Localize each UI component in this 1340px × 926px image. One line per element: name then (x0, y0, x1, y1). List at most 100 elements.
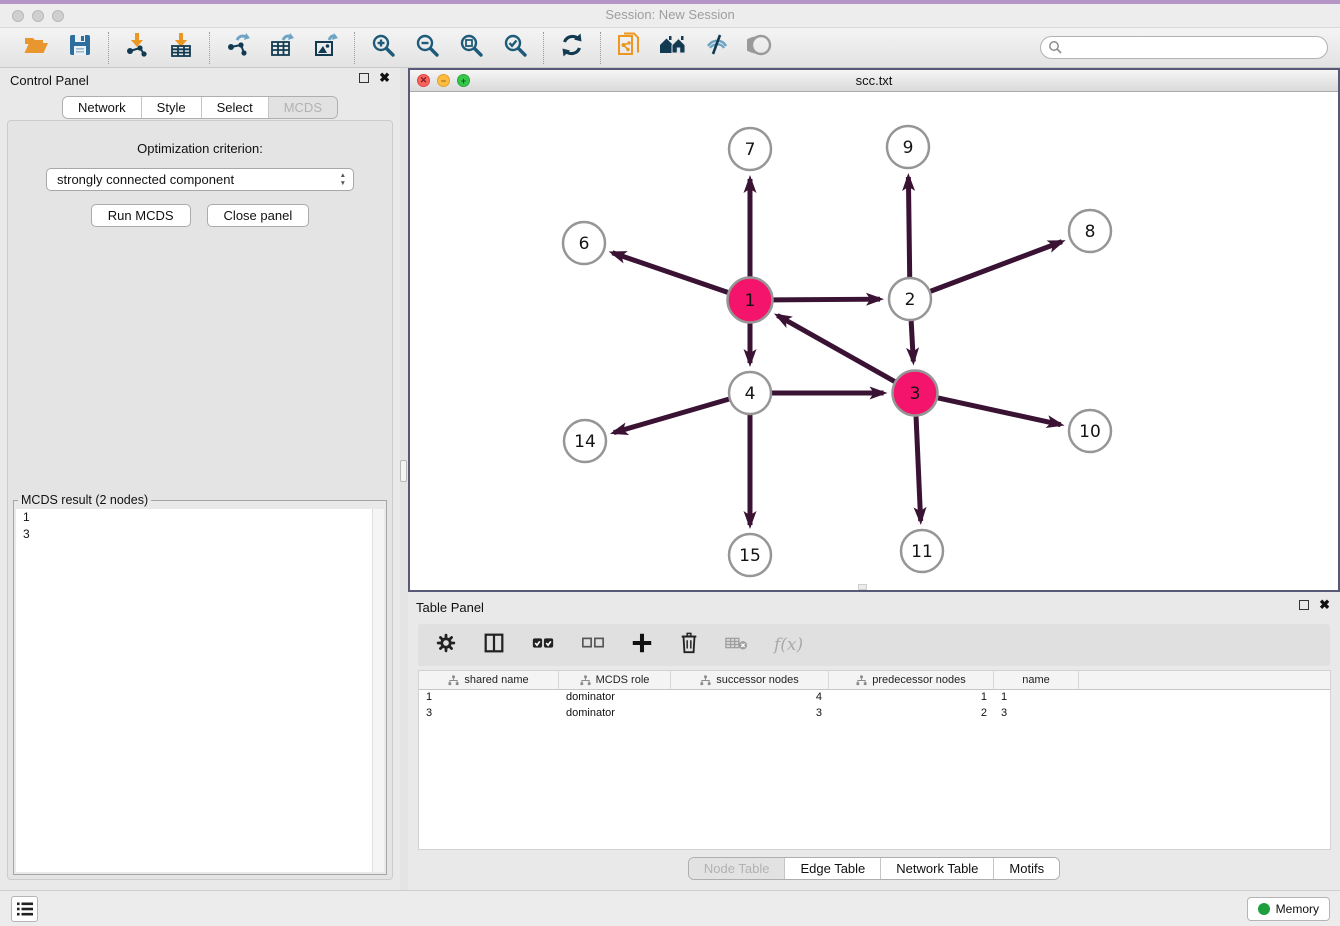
zoom-fit-button[interactable] (457, 34, 485, 62)
graph-node-11[interactable]: 11 (901, 530, 943, 572)
export-image-button[interactable] (312, 34, 340, 62)
add-row-icon[interactable] (630, 631, 654, 660)
zoom-selected-button[interactable] (501, 34, 529, 62)
tab-network-table[interactable]: Network Table (880, 858, 993, 879)
hide-graphics-details-button[interactable] (703, 34, 731, 62)
tab-select[interactable]: Select (201, 97, 268, 118)
export-image-icon (313, 32, 339, 63)
tab-mcds[interactable]: MCDS (268, 97, 337, 118)
graph-node-4[interactable]: 4 (729, 372, 771, 414)
canvas-splitter-grip[interactable] (858, 584, 867, 590)
column-header-successor-nodes[interactable]: successor nodes (671, 671, 829, 689)
graph-node-7[interactable]: 7 (729, 128, 771, 170)
deselect-all-rows-icon[interactable] (580, 631, 606, 660)
network-canvas[interactable]: 7 9 6 8 1 2 4 3 14 10 15 11 (410, 92, 1338, 590)
graph-edge-2-3[interactable] (911, 321, 913, 362)
tab-style[interactable]: Style (141, 97, 201, 118)
cell-successor-nodes[interactable]: 3 (671, 706, 829, 722)
column-header-predecessor-nodes[interactable]: predecessor nodes (829, 671, 994, 689)
mcds-result-box[interactable]: 1 3 (16, 509, 384, 872)
panel-splitter[interactable] (400, 68, 408, 890)
close-window-button[interactable] (12, 10, 24, 22)
graph-node-10[interactable]: 10 (1069, 410, 1111, 452)
close-view-button[interactable]: ✕ (417, 74, 430, 87)
maximize-view-button[interactable]: + (457, 74, 470, 87)
settings-gear-icon[interactable] (434, 631, 458, 660)
float-panel-icon[interactable] (359, 73, 369, 83)
cell-shared-name[interactable]: 1 (419, 690, 559, 706)
splitter-grip[interactable] (400, 460, 407, 482)
result-scrollbar[interactable] (372, 509, 384, 872)
open-session-button[interactable] (22, 34, 50, 62)
close-panel-button[interactable]: Close panel (207, 204, 310, 227)
cell-mcds-role[interactable]: dominator (559, 706, 671, 722)
float-table-panel-icon[interactable] (1299, 600, 1309, 610)
tab-network[interactable]: Network (63, 97, 141, 118)
table-row[interactable]: 1 dominator 4 1 1 (419, 690, 1330, 706)
import-network-button[interactable] (123, 34, 151, 62)
cell-name[interactable]: 1 (994, 690, 1079, 706)
refresh-view-button[interactable] (558, 34, 586, 62)
graph-edge-2-8[interactable] (931, 242, 1062, 292)
export-network-button[interactable] (224, 34, 252, 62)
toggle-columns-icon[interactable] (482, 631, 506, 660)
graph-edge-1-2[interactable] (773, 299, 880, 300)
delete-table-icon[interactable] (724, 631, 750, 660)
graph-node-8[interactable]: 8 (1069, 210, 1111, 252)
graph-node-1[interactable]: 1 (728, 278, 773, 323)
mcds-result-line: 3 (16, 526, 384, 543)
column-header-shared-name[interactable]: shared name (419, 671, 559, 689)
minimize-view-button[interactable]: − (437, 74, 450, 87)
select-all-rows-icon[interactable] (530, 631, 556, 660)
delete-rows-icon[interactable] (678, 631, 700, 660)
graph-edge-3-10[interactable] (938, 398, 1061, 425)
cell-predecessor-nodes[interactable]: 2 (829, 706, 994, 722)
memory-button[interactable]: Memory (1247, 897, 1330, 921)
column-header-name[interactable]: name (994, 671, 1079, 689)
zoom-in-button[interactable] (369, 34, 397, 62)
search-input[interactable] (1040, 36, 1328, 59)
cell-mcds-role[interactable]: dominator (559, 690, 671, 706)
zoom-out-button[interactable] (413, 34, 441, 62)
list-icon (16, 901, 34, 917)
save-session-button[interactable] (66, 34, 94, 62)
node-table-header: shared name MCDS role successor nodes pr… (419, 671, 1330, 690)
criterion-select[interactable]: strongly connected component ▲▼ (46, 168, 354, 191)
task-history-button[interactable] (11, 896, 38, 922)
graph-node-2[interactable]: 2 (889, 278, 931, 320)
graph-edge-3-1[interactable] (777, 315, 894, 381)
zoom-selected-icon (502, 32, 528, 63)
node-table: shared name MCDS role successor nodes pr… (418, 670, 1331, 850)
table-row[interactable]: 3 dominator 3 2 3 (419, 706, 1330, 722)
function-builder-icon[interactable]: f(x) (774, 635, 803, 655)
graph-edge-3-11[interactable] (916, 416, 921, 521)
run-mcds-button[interactable]: Run MCDS (91, 204, 191, 227)
graph-node-14[interactable]: 14 (564, 420, 606, 462)
clone-network-button[interactable] (615, 34, 643, 62)
cell-shared-name[interactable]: 3 (419, 706, 559, 722)
graph-edge-4-14[interactable] (614, 399, 729, 432)
graph-edge-1-6[interactable] (612, 253, 727, 293)
graph-node-3[interactable]: 3 (893, 371, 938, 416)
zoom-in-icon (370, 32, 396, 63)
import-table-button[interactable] (167, 34, 195, 62)
graph-node-9[interactable]: 9 (887, 126, 929, 168)
graph-node-15[interactable]: 15 (729, 534, 771, 576)
minimize-window-button[interactable] (32, 10, 44, 22)
show-graphics-details-button[interactable] (747, 34, 775, 62)
maximize-window-button[interactable] (52, 10, 64, 22)
network-window-titlebar[interactable]: ✕ − + scc.txt (410, 70, 1338, 92)
cell-name[interactable]: 3 (994, 706, 1079, 722)
tab-motifs[interactable]: Motifs (993, 858, 1059, 879)
export-table-button[interactable] (268, 34, 296, 62)
cell-successor-nodes[interactable]: 4 (671, 690, 829, 706)
close-table-panel-icon[interactable]: ✖ (1319, 600, 1330, 610)
graph-edge-2-9[interactable] (908, 177, 909, 277)
close-panel-icon[interactable]: ✖ (379, 73, 390, 83)
tab-edge-table[interactable]: Edge Table (784, 858, 880, 879)
column-header-mcds-role[interactable]: MCDS role (559, 671, 671, 689)
tab-node-table[interactable]: Node Table (689, 858, 785, 879)
home-view-button[interactable] (659, 34, 687, 62)
cell-predecessor-nodes[interactable]: 1 (829, 690, 994, 706)
graph-node-6[interactable]: 6 (563, 222, 605, 264)
